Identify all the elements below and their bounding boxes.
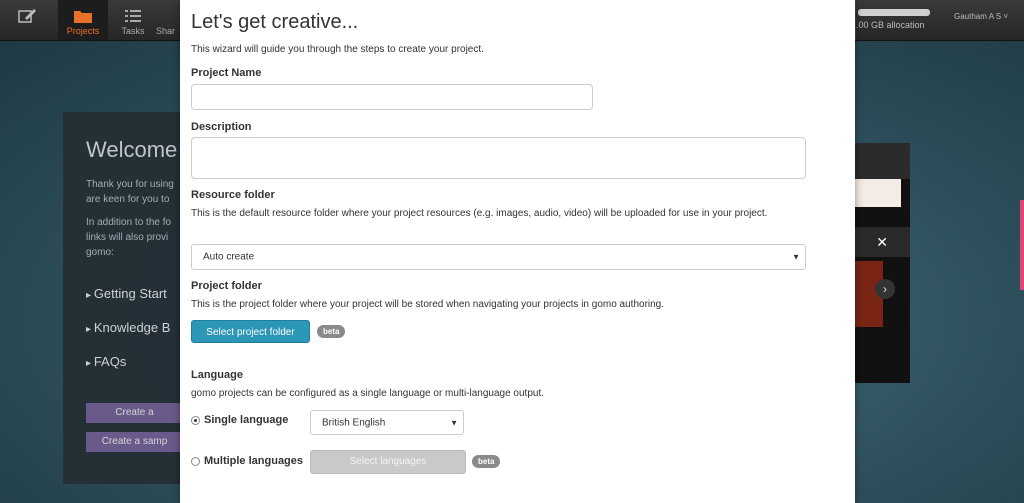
language-label: Language	[191, 369, 243, 381]
resource-folder-label: Resource folder	[191, 189, 275, 201]
single-language-label: Single language	[204, 414, 289, 426]
edit-button[interactable]	[0, 0, 54, 40]
link-knowledge-base[interactable]: Knowledge B	[86, 320, 171, 335]
resource-folder-value: Auto create	[203, 251, 255, 263]
share-icon	[159, 8, 179, 24]
modal-title: Let's get creative...	[191, 11, 359, 33]
chevron-right-icon[interactable]: ›	[875, 279, 895, 299]
create-project-button[interactable]: Create a	[86, 403, 183, 423]
languages-beta-badge: beta	[472, 455, 501, 468]
project-name-label: Project Name	[191, 67, 262, 79]
project-folder-label: Project folder	[191, 280, 262, 292]
close-icon[interactable]: ✕	[855, 227, 910, 257]
welcome-text-1: Thank you for using are keen for you to	[86, 179, 174, 205]
project-folder-help: This is the project folder where your pr…	[191, 299, 665, 310]
nav-tasks[interactable]: Tasks	[108, 0, 158, 40]
select-languages-button[interactable]: Select languages	[310, 450, 466, 474]
description-label: Description	[191, 121, 252, 133]
nav-tasks-label: Tasks	[121, 26, 145, 36]
chevron-down-icon: ˅	[1003, 12, 1009, 21]
language-help: gomo projects can be configured as a sin…	[191, 388, 545, 399]
language-select[interactable]: British English ▼	[310, 410, 464, 435]
nav-projects-label: Projects	[66, 26, 100, 36]
single-language-radio[interactable]	[191, 415, 200, 425]
feedback-tab[interactable]	[1020, 200, 1024, 290]
link-faqs[interactable]: FAQs	[86, 354, 127, 369]
video-card: ✕ ›	[855, 143, 910, 383]
language-value: British English	[322, 417, 386, 428]
multiple-languages-label: Multiple languages	[204, 455, 304, 467]
folder-icon	[74, 11, 92, 23]
multiple-languages-radio[interactable]	[191, 456, 200, 466]
user-menu[interactable]: Gautham A S ˅	[954, 12, 1008, 21]
project-folder-beta-badge: beta	[317, 325, 346, 338]
list-icon	[125, 10, 141, 22]
nav-share[interactable]: Shar	[156, 0, 182, 40]
welcome-title: Welcome	[86, 137, 178, 162]
modal-intro: This wizard will guide you through the s…	[191, 44, 484, 55]
video-header	[855, 143, 910, 179]
storage-text: .00 GB allocation	[856, 20, 925, 30]
edit-icon	[18, 9, 36, 23]
multiple-languages-option[interactable]: Multiple languages	[191, 453, 303, 469]
caret-down-icon: ▼	[450, 418, 458, 427]
nav-projects[interactable]: Projects	[58, 0, 108, 40]
welcome-panel: Welcome Thank you for using are keen for…	[63, 112, 183, 484]
select-project-folder-button[interactable]: Select project folder	[191, 320, 310, 343]
video-thumbnail	[855, 179, 901, 207]
storage-meter: .00 GB allocation	[855, 0, 938, 40]
welcome-text-2: In addition to the fo links will also pr…	[86, 217, 172, 258]
create-sample-button[interactable]: Create a samp	[86, 432, 183, 452]
resource-folder-help: This is the default resource folder wher…	[191, 208, 768, 219]
storage-bar	[858, 9, 930, 16]
create-project-modal: Let's get creative... This wizard will g…	[180, 0, 855, 503]
description-textarea[interactable]	[191, 137, 806, 179]
resource-folder-select[interactable]: Auto create ▼	[191, 244, 806, 270]
project-name-input[interactable]	[191, 84, 593, 110]
caret-down-icon: ▼	[792, 252, 800, 262]
link-getting-started[interactable]: Getting Start	[86, 286, 167, 301]
single-language-option[interactable]: Single language	[191, 412, 288, 428]
nav-share-label: Shar	[156, 26, 176, 36]
user-name: Gautham A S	[954, 12, 1002, 21]
